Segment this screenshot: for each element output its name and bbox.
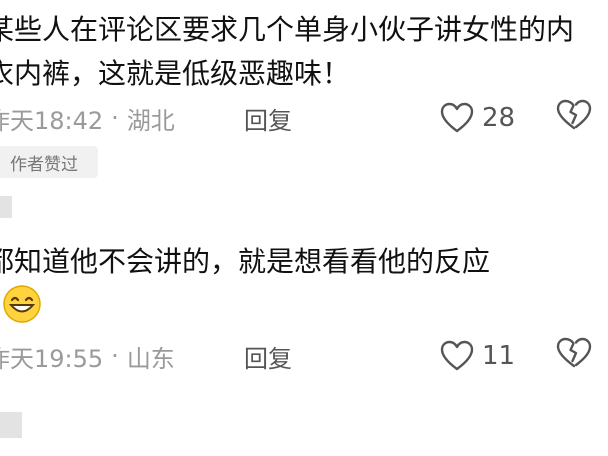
comment-text: 都知道他不会讲的，就是想看看他的反应 [0, 245, 491, 278]
author-liked-badge: 作者赞过 [0, 146, 98, 178]
grinning-face-emoji [3, 285, 41, 323]
comment-meta: 昨天19:55 · 山东 回复 11 [0, 336, 608, 376]
broken-heart-icon [556, 337, 592, 368]
like-count: 28 [482, 103, 516, 133]
heart-outline-icon [440, 340, 474, 371]
reply-button[interactable]: 回复 [244, 101, 292, 136]
reply-button[interactable]: 回复 [244, 339, 292, 374]
broken-heart-icon [556, 99, 592, 130]
meta-separator: · [111, 342, 119, 370]
heart-outline-icon [440, 102, 474, 133]
meta-separator: · [111, 104, 119, 132]
dislike-button[interactable] [556, 337, 592, 375]
like-button[interactable]: 28 [440, 102, 515, 134]
dislike-button[interactable] [556, 99, 592, 137]
comment-location: 山东 [126, 344, 175, 373]
comment-time: 昨天18:42 [0, 106, 104, 135]
avatar-placeholder [0, 412, 22, 438]
comment-meta: 昨天18:42 · 湖北 回复 28 [0, 98, 608, 138]
comment-time: 昨天19:55 [0, 344, 104, 373]
avatar-placeholder [0, 196, 12, 218]
comment-text: 某些人在评论区要求几个单身小伙子讲女性的内衣内裤，这就是低级恶趣味！ [0, 13, 575, 90]
like-count: 11 [482, 341, 516, 371]
like-button[interactable]: 11 [440, 340, 515, 372]
comment-location: 湖北 [126, 106, 175, 135]
